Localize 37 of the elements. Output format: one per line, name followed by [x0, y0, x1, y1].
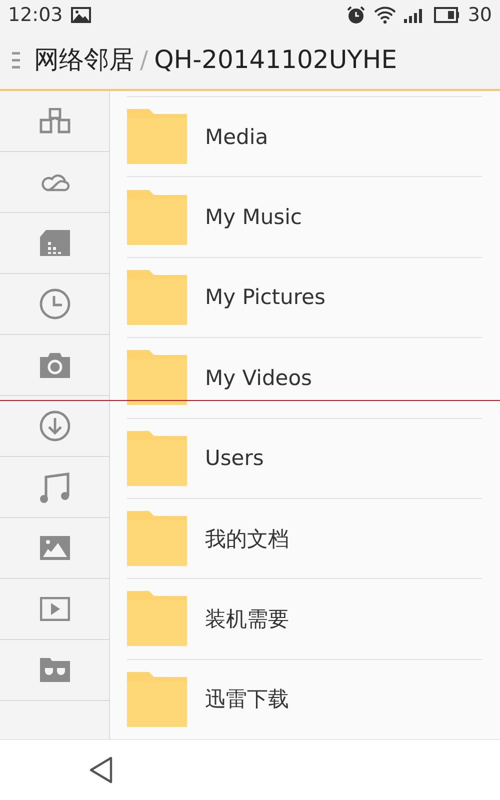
image-icon[interactable] — [40, 536, 70, 560]
folder-name[interactable]: Media — [205, 124, 268, 149]
folder-name[interactable]: 装机需要 — [205, 604, 289, 633]
battery-level: 30 — [468, 4, 492, 26]
folder-icon — [127, 270, 187, 325]
camera-icon[interactable] — [40, 352, 70, 378]
battery-icon — [434, 7, 460, 23]
folder-icon — [127, 430, 187, 486]
folder-icon — [127, 591, 187, 646]
path-separator: / — [140, 46, 148, 74]
glasses-folder-icon[interactable] — [40, 658, 70, 682]
alarm-icon — [346, 5, 366, 25]
folder-name[interactable]: Users — [205, 446, 264, 470]
music-note-icon[interactable] — [38, 471, 70, 503]
folder-name[interactable]: My Music — [205, 205, 302, 230]
folder-icon — [127, 350, 187, 406]
menu-icon[interactable] — [12, 50, 20, 70]
folder-icon — [127, 511, 187, 566]
status-time: 12:03 — [8, 4, 63, 26]
breadcrumb-item[interactable]: 网络邻居 — [34, 43, 134, 76]
back-icon[interactable] — [89, 756, 113, 784]
network-icon[interactable] — [38, 108, 70, 134]
folder-name[interactable]: 我的文档 — [205, 524, 289, 553]
breadcrumb-item[interactable]: QH-20141102UYHE — [154, 45, 398, 74]
clock-icon[interactable] — [38, 288, 70, 320]
download-icon[interactable] — [38, 410, 70, 442]
picture-icon — [70, 7, 91, 23]
folder-icon — [127, 190, 187, 245]
folder-icon — [127, 109, 187, 164]
folder-name[interactable]: 迅雷下载 — [205, 685, 289, 714]
wifi-icon — [374, 6, 396, 24]
folder-name[interactable]: My Videos — [205, 366, 312, 390]
cloud-icon[interactable] — [38, 172, 70, 192]
folder-name[interactable]: My Pictures — [205, 285, 326, 310]
folder-icon — [127, 672, 187, 727]
sd-card-icon[interactable] — [40, 230, 70, 256]
video-icon[interactable] — [40, 597, 70, 621]
